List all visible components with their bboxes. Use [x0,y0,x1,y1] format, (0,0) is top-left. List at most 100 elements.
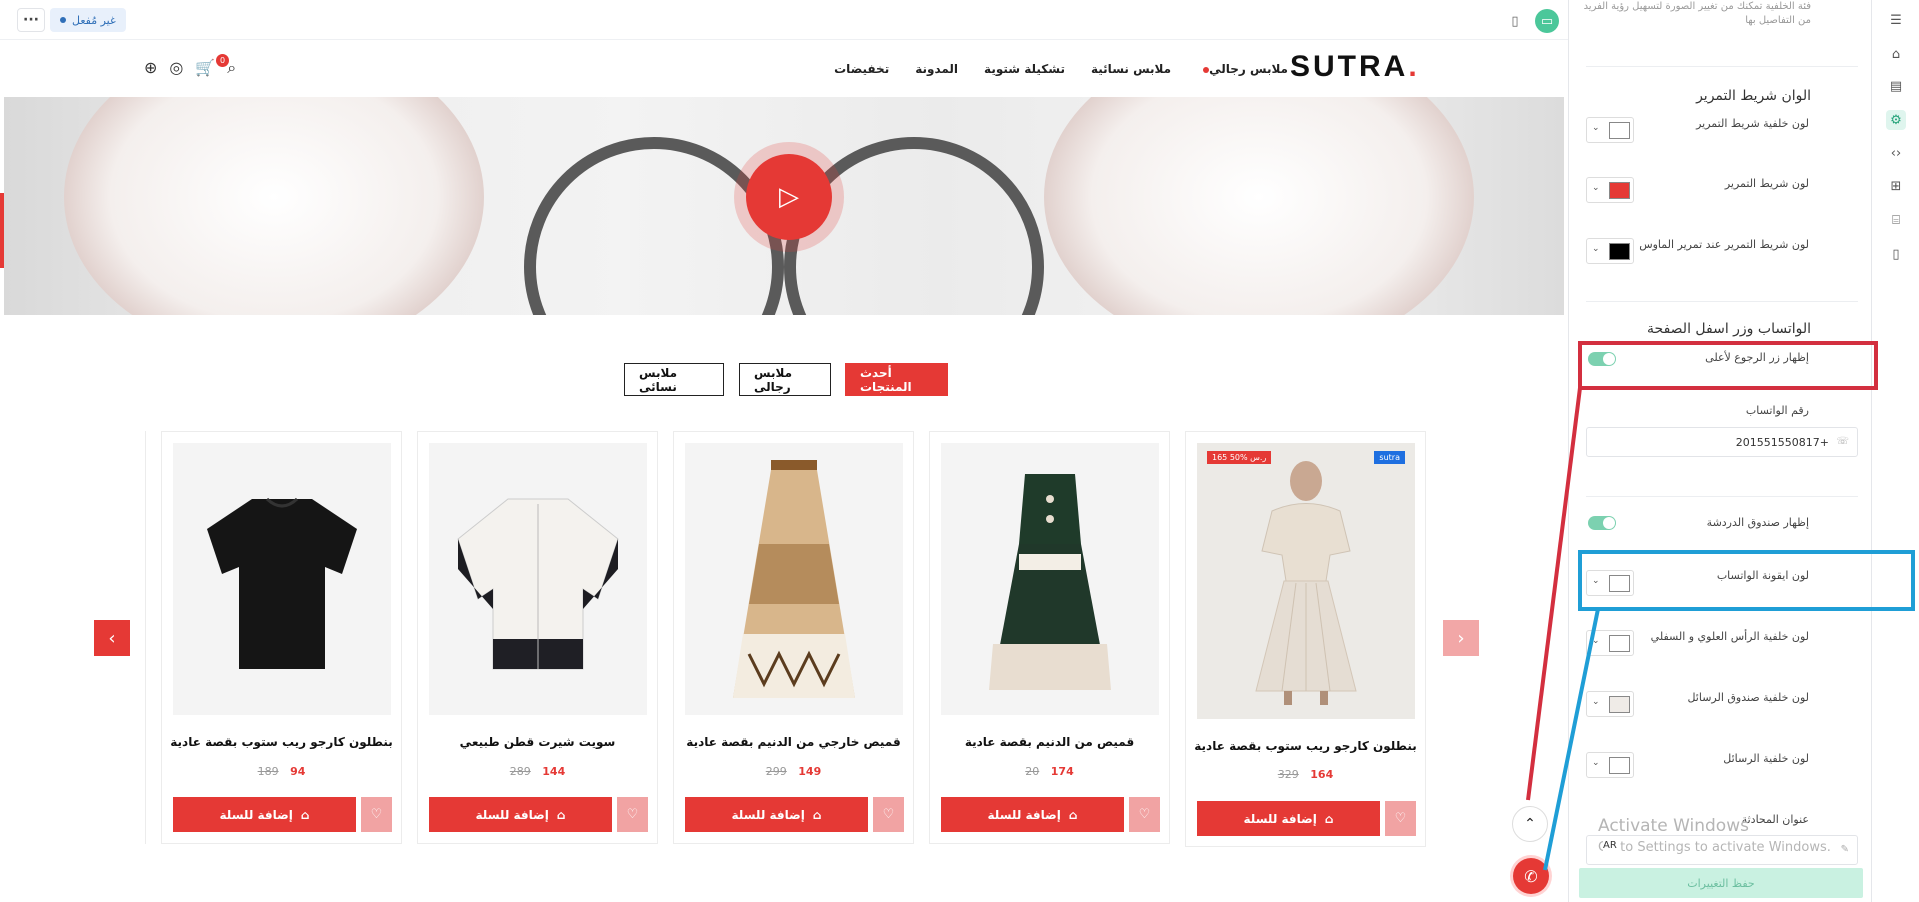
scrollbar-bg-color-picker[interactable]: ⌄ [1586,117,1634,143]
wishlist-button[interactable]: ♡ [1129,797,1160,832]
play-icon: ▷ [779,182,799,212]
site-logo[interactable]: SUTRA. [1290,50,1420,84]
scrollbar-colors-title: الوان شريط التمرير [1696,88,1811,104]
video-banner: ▷ [4,97,1564,315]
old-price: 299 [765,765,787,778]
apps-grid-icon[interactable]: ⊞ [1886,176,1906,196]
sale-badge: 165 ر.س %50 [1207,451,1272,464]
desktop-view-button[interactable]: ▭ [1535,9,1559,33]
header-footer-bg-color-picker[interactable]: ⌄ [1586,630,1634,656]
current-price: 149 [798,765,822,778]
messages-bg-color-picker[interactable]: ⌄ [1586,752,1634,778]
banner-shoe-left [64,97,484,315]
product-name[interactable]: قميص من الدنيم بقصة عادية [930,735,1169,749]
messages-bg-label: لون خلفية الرسائل [1723,752,1809,765]
store-icon[interactable]: ⌸ [1886,210,1906,230]
more-icon: ··· [23,12,39,28]
nav-item-women[interactable]: ملابس نسائية [1091,62,1171,76]
product-name[interactable]: بنطلون كارجو ريب ستوب بقصة عادية [162,735,401,749]
editor-icon-bar: ☰ ⌂ ▤ ⚙ ‹› ⊞ ⌸ ▯ [1871,0,1919,902]
product-name[interactable]: بنطلون كارجو ريب ستوب بقصة عادية [1186,739,1425,753]
preview-status-bar: ··· غير مُفعل ▯ ▭ [0,0,1568,40]
messages-box-bg-label: لون خلفية صندوق الرسائل [1687,691,1809,704]
woman-dress-image [1255,461,1357,705]
product-name[interactable]: سويت شيرت قطن طبيعي [418,735,657,749]
settings-gear-icon[interactable]: ⚙ [1886,110,1906,130]
product-name[interactable]: قميص خارجي من الدنيم بقصة عادية [674,735,913,749]
add-to-cart-button[interactable]: إضافة للسلة ⌂ [429,797,612,832]
tab-women-clothing[interactable]: ملابس نسائى [624,363,724,396]
current-price: 164 [1310,768,1334,781]
wishlist-button[interactable]: ♡ [873,797,904,832]
product-card[interactable]: قميص من الدنيم بقصة عادية 20 174 إضافة ل… [929,431,1170,844]
product-card[interactable]: بنطلون كارجو ريب ستوب بقصة عادية 189 94 … [161,431,402,844]
messages-box-bg-color-picker[interactable]: ⌄ [1586,691,1634,717]
tab-latest-products[interactable]: أحدث المنتجات [845,363,948,396]
scrollbar-hover-color-picker[interactable]: ⌄ [1586,238,1634,264]
mobile-view-button[interactable]: ▯ [1503,9,1527,33]
banner-shoe-right [1044,97,1474,315]
whatsapp-float-button[interactable]: ✆ [1513,858,1549,894]
site-header: SUTRA. ملابس رجالي ملابس نسائية تشكيلة ش… [0,42,1568,94]
whatsapp-number-input[interactable]: 201551550817+ ☏ [1586,427,1858,457]
nav-item-men[interactable]: ملابس رجالي [1197,62,1288,76]
partial-product-card [100,431,146,844]
carousel-next-button[interactable]: › [1443,620,1479,656]
header-footer-bg-label: لون خلفية الرأس العلوي و السفلي [1650,630,1809,643]
whatsapp-number-label: رقم الواتساب [1745,404,1809,417]
panel-top-note: فئة الخلفية تمكنك من تغيير الصورة لتسهيل… [1583,1,1811,26]
globe-icon[interactable]: ⊕ [144,58,157,78]
add-to-cart-label: إضافة للسلة [475,807,549,822]
tab-men-clothing[interactable]: ملابس رجالى [739,363,831,396]
product-image[interactable] [173,443,391,715]
heart-icon: ♡ [882,807,895,822]
brand-badge: sutra [1374,451,1405,464]
cart-icon[interactable]: 🛒 [195,58,215,78]
color-swatch [1609,122,1630,139]
code-icon[interactable]: ‹› [1886,143,1906,163]
current-price: 94 [290,765,306,778]
header-icons: ⊕ ◎ 🛒 ⌕ 0 [144,54,236,78]
add-to-cart-button[interactable]: إضافة للسلة ⌂ [941,797,1124,832]
layout-icon[interactable]: ▤ [1886,76,1906,96]
add-to-cart-button[interactable]: إضافة للسلة ⌂ [1197,801,1380,836]
logo-dot: . [1408,50,1420,83]
green-dress-image [989,474,1111,690]
old-price: 189 [257,765,279,778]
product-card[interactable]: قميص خارجي من الدنيم بقصة عادية 299 149 … [673,431,914,844]
conversation-title-label: عنوان المحادثة [1741,813,1809,826]
status-dot-icon [60,17,66,23]
product-image[interactable] [941,443,1159,715]
product-card[interactable]: سويت شيرت قطن طبيعي 289 144 إضافة للسلة ⌂… [417,431,658,844]
nav-item-sale[interactable]: تخفيضات [834,62,889,76]
product-image[interactable]: 165 ر.س %50 sutra [1197,443,1415,719]
more-options-button[interactable]: ··· [17,8,45,32]
nav-item-blog[interactable]: المدونة [915,62,958,76]
wishlist-button[interactable]: ♡ [1385,801,1416,836]
product-image[interactable] [429,443,647,715]
phone-icon: ☏ [1836,436,1849,447]
product-card[interactable]: 165 ر.س %50 sutra بنطلون كارجو ريب ستوب … [1185,431,1426,847]
nav-item-winter[interactable]: تشكيلة شتوية [984,62,1065,76]
wishlist-button[interactable]: ♡ [361,797,392,832]
back-to-top-button[interactable]: ⌃ [1512,806,1548,842]
wishlist-button[interactable]: ♡ [617,797,648,832]
device-icon[interactable]: ▯ [1886,244,1906,264]
user-icon[interactable]: ◎ [169,58,183,78]
home-icon[interactable]: ⌂ [1886,44,1906,64]
add-to-cart-button[interactable]: إضافة للسلة ⌂ [173,797,356,832]
chat-box-toggle[interactable] [1588,516,1616,530]
chevron-down-icon: ⌄ [1592,636,1600,646]
whatsapp-number-value: 201551550817+ [1735,435,1829,449]
cart-count-badge: 0 [216,54,229,67]
menu-icon[interactable]: ☰ [1886,10,1906,30]
color-swatch [1609,696,1630,713]
add-to-cart-button[interactable]: إضافة للسلة ⌂ [685,797,868,832]
chevron-down-icon: ⌄ [1592,758,1600,768]
save-changes-button[interactable]: حفظ التغييرات [1579,868,1863,898]
scrollbar-color-picker[interactable]: ⌄ [1586,177,1634,203]
product-image[interactable] [685,443,903,715]
play-video-button[interactable]: ▷ [746,154,832,240]
old-price: 20 [1025,765,1040,778]
settings-panel: فئة الخلفية تمكنك من تغيير الصورة لتسهيل… [1568,0,1871,902]
